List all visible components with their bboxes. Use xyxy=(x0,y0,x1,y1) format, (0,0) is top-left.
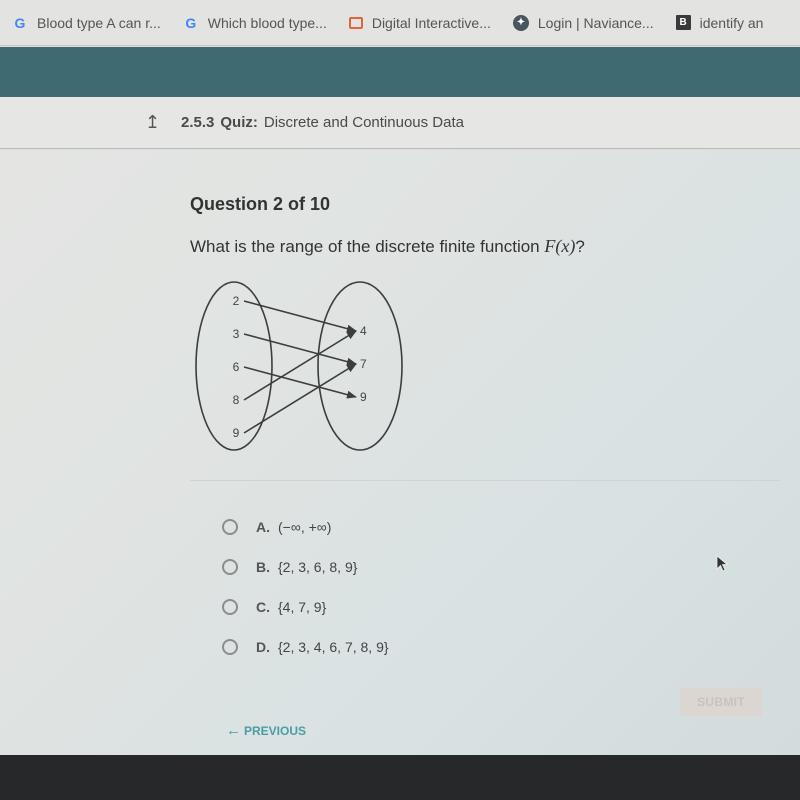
option-letter: C. xyxy=(256,599,270,615)
mapping-arrow xyxy=(243,333,357,366)
mapping-diagram: 2 3 6 8 9 4 7 9 xyxy=(195,281,403,451)
bookmark-naviance[interactable]: ✦ Login | Naviance... xyxy=(512,14,654,31)
radio-button[interactable] xyxy=(222,599,238,615)
mouse-cursor-icon xyxy=(716,555,729,572)
option-value: {4, 7, 9} xyxy=(278,599,327,615)
naviance-icon: ✦ xyxy=(512,14,529,31)
option-letter: A. xyxy=(256,519,270,535)
mapping-arrow xyxy=(243,366,357,399)
domain-value-label: 3 xyxy=(233,327,240,341)
option-c[interactable]: C. {4, 7, 9} xyxy=(222,587,389,627)
bookmark-digital-interactive[interactable]: Digital Interactive... xyxy=(348,14,491,31)
brainly-icon: B xyxy=(675,15,691,30)
quiz-title-bar: ↥ 2.5.3 Quiz: Discrete and Continuous Da… xyxy=(0,97,800,149)
domain-value-label: 2 xyxy=(233,294,240,308)
digital-interactive-icon xyxy=(348,16,363,29)
quiz-code: 2.5.3 xyxy=(181,114,215,131)
range-value-label: 7 xyxy=(360,357,367,371)
bookmark-label: Digital Interactive... xyxy=(371,14,491,31)
bookmarks-bar: G Blood type A can r... G Which blood ty… xyxy=(0,0,800,46)
question-text: What is the range of the discrete finite… xyxy=(190,236,585,257)
bookmark-label: identify an xyxy=(699,14,764,31)
option-letter: B. xyxy=(256,559,270,575)
mapping-arrow xyxy=(243,300,357,333)
bookmark-identify-an[interactable]: B identify an xyxy=(675,14,764,31)
option-letter: D. xyxy=(256,639,270,655)
previous-button[interactable]: ← PREVIOUS xyxy=(226,722,306,739)
google-icon: G xyxy=(185,14,197,31)
site-header-bar xyxy=(0,47,800,97)
option-value: {2, 3, 6, 8, 9} xyxy=(278,559,358,575)
bookmark-which-blood-type[interactable]: G Which blood type... xyxy=(183,15,327,31)
arrow-left-icon: ← xyxy=(226,722,241,739)
range-value-label: 4 xyxy=(360,324,367,338)
range-value-label: 9 xyxy=(360,390,367,404)
function-name: F(x) xyxy=(544,236,576,256)
domain-value-label: 9 xyxy=(233,426,240,440)
option-value: (−∞, +∞) xyxy=(278,519,332,535)
bookmark-label: Login | Naviance... xyxy=(537,14,654,31)
mapping-arrow xyxy=(243,363,357,434)
up-arrow-icon[interactable]: ↥ xyxy=(145,112,167,133)
question-panel: Question 2 of 10 What is the range of th… xyxy=(0,150,800,755)
question-text-prefix: What is the range of the discrete finite… xyxy=(190,237,545,256)
screen-bezel xyxy=(0,755,800,800)
domain-value-label: 6 xyxy=(233,360,240,374)
radio-button[interactable] xyxy=(222,639,238,655)
submit-button[interactable]: SUBMIT xyxy=(680,688,762,716)
option-value: {2, 3, 4, 6, 7, 8, 9} xyxy=(278,639,389,655)
google-icon: G xyxy=(14,14,26,31)
radio-button[interactable] xyxy=(222,519,238,535)
mapping-arrow xyxy=(243,330,357,401)
quiz-kind: Quiz: xyxy=(220,114,258,131)
option-a[interactable]: A. (−∞, +∞) xyxy=(222,507,389,547)
question-number: Question 2 of 10 xyxy=(190,194,331,214)
option-d[interactable]: D. {2, 3, 4, 6, 7, 8, 9} xyxy=(222,627,389,667)
radio-button[interactable] xyxy=(222,559,238,575)
quiz-title: Discrete and Continuous Data xyxy=(263,114,464,131)
bookmark-label: Blood type A can r... xyxy=(37,14,161,31)
previous-label: PREVIOUS xyxy=(244,723,307,738)
question-text-suffix: ? xyxy=(575,237,585,256)
bookmark-blood-type-a[interactable]: G Blood type A can r... xyxy=(12,15,161,31)
domain-value-label: 8 xyxy=(233,393,240,407)
bookmark-label: Which blood type... xyxy=(207,14,327,31)
answer-options: A. (−∞, +∞) B. {2, 3, 6, 8, 9} C. {4, 7,… xyxy=(222,507,389,667)
divider xyxy=(190,480,780,481)
option-b[interactable]: B. {2, 3, 6, 8, 9} xyxy=(222,547,389,587)
